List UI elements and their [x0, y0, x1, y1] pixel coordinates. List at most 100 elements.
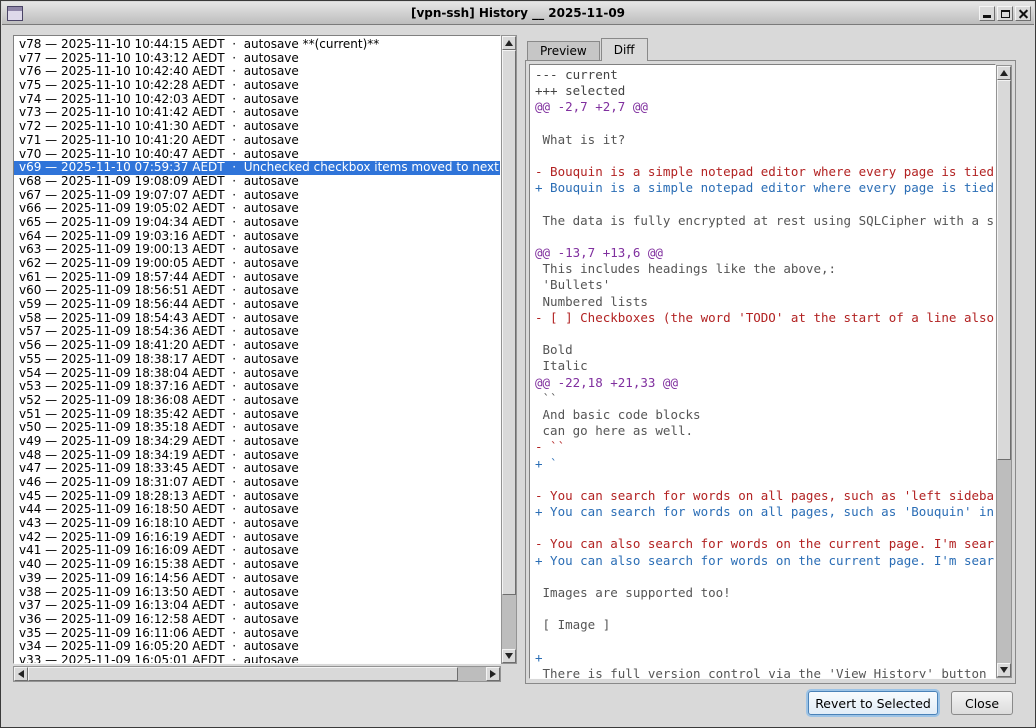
diff-line [535, 116, 995, 132]
close-button[interactable] [1015, 6, 1031, 21]
history-item[interactable]: v72 — 2025-11-10 10:41:30 AEDT · autosav… [14, 120, 500, 134]
history-item[interactable]: v50 — 2025-11-09 18:35:18 AEDT · autosav… [14, 421, 500, 435]
history-item[interactable]: v76 — 2025-11-10 10:42:40 AEDT · autosav… [14, 65, 500, 79]
history-item[interactable]: v52 — 2025-11-09 18:36:08 AEDT · autosav… [14, 394, 500, 408]
diff-line: Italic [535, 358, 995, 374]
arrow-up-icon [505, 40, 513, 46]
diff-line: 'Bullets' [535, 277, 995, 293]
arrow-up-icon [1000, 70, 1008, 76]
history-item[interactable]: v57 — 2025-11-09 18:54:36 AEDT · autosav… [14, 325, 500, 339]
window-controls [979, 6, 1031, 21]
scroll-up-button[interactable] [997, 66, 1011, 80]
diff-line: The data is fully encrypted at rest usin… [535, 213, 995, 229]
history-item[interactable]: v45 — 2025-11-09 18:28:13 AEDT · autosav… [14, 490, 500, 504]
history-item[interactable]: v55 — 2025-11-09 18:38:17 AEDT · autosav… [14, 353, 500, 367]
diff-line: - [ ] Checkboxes (the word 'TODO' at the… [535, 310, 995, 326]
history-item[interactable]: v64 — 2025-11-09 19:03:16 AEDT · autosav… [14, 230, 500, 244]
history-item[interactable]: v65 — 2025-11-09 19:04:34 AEDT · autosav… [14, 216, 500, 230]
minimize-button[interactable] [979, 6, 995, 21]
diff-line: + [535, 650, 995, 666]
app-window: [vpn-ssh] History __ 2025-11-09 v78 — 20… [0, 0, 1036, 728]
scroll-up-button[interactable] [502, 36, 516, 50]
scroll-down-button[interactable] [502, 649, 516, 663]
diff-line [535, 148, 995, 164]
history-item[interactable]: v54 — 2025-11-09 18:38:04 AEDT · autosav… [14, 367, 500, 381]
history-item[interactable]: v60 — 2025-11-09 18:56:51 AEDT · autosav… [14, 284, 500, 298]
scroll-left-button[interactable] [14, 667, 28, 681]
titlebar[interactable]: [vpn-ssh] History __ 2025-11-09 [2, 2, 1034, 25]
diff-view[interactable]: --- current+++ selected@@ -2,7 +2,7 @@ W… [529, 64, 996, 679]
history-scroll-thumb[interactable] [502, 50, 516, 595]
tab-preview[interactable]: Preview [527, 41, 600, 61]
history-item[interactable]: v42 — 2025-11-09 16:16:19 AEDT · autosav… [14, 531, 500, 545]
maximize-button[interactable] [997, 6, 1013, 21]
history-list[interactable]: v78 — 2025-11-10 10:44:15 AEDT · autosav… [13, 35, 501, 664]
history-item[interactable]: v77 — 2025-11-10 10:43:12 AEDT · autosav… [14, 52, 500, 66]
history-item[interactable]: v68 — 2025-11-09 19:08:09 AEDT · autosav… [14, 175, 500, 189]
history-item[interactable]: v43 — 2025-11-09 16:18:10 AEDT · autosav… [14, 517, 500, 531]
history-item[interactable]: v62 — 2025-11-09 19:00:05 AEDT · autosav… [14, 257, 500, 271]
diff-line [535, 634, 995, 650]
history-item[interactable]: v61 — 2025-11-09 18:57:44 AEDT · autosav… [14, 271, 500, 285]
history-item[interactable]: v46 — 2025-11-09 18:31:07 AEDT · autosav… [14, 476, 500, 490]
history-item[interactable]: v56 — 2025-11-09 18:41:20 AEDT · autosav… [14, 339, 500, 353]
history-item[interactable]: v51 — 2025-11-09 18:35:42 AEDT · autosav… [14, 408, 500, 422]
diff-line: - `` [535, 439, 995, 455]
history-item[interactable]: v33 — 2025-11-09 16:05:01 AEDT · autosav… [14, 654, 500, 664]
history-item[interactable]: v36 — 2025-11-09 16:12:58 AEDT · autosav… [14, 613, 500, 627]
history-item[interactable]: v59 — 2025-11-09 18:56:44 AEDT · autosav… [14, 298, 500, 312]
diff-vertical-scrollbar[interactable] [996, 65, 1012, 678]
history-item[interactable]: v67 — 2025-11-09 19:07:07 AEDT · autosav… [14, 189, 500, 203]
history-item[interactable]: v53 — 2025-11-09 18:37:16 AEDT · autosav… [14, 380, 500, 394]
history-item[interactable]: v34 — 2025-11-09 16:05:20 AEDT · autosav… [14, 640, 500, 654]
arrow-right-icon [490, 670, 496, 678]
diff-line: What is it? [535, 132, 995, 148]
diff-line [535, 472, 995, 488]
history-item[interactable]: v44 — 2025-11-09 16:18:50 AEDT · autosav… [14, 503, 500, 517]
revert-to-selected-button[interactable]: Revert to Selected [808, 691, 938, 715]
diff-line [535, 326, 995, 342]
diff-line: @@ -13,7 +13,6 @@ [535, 245, 995, 261]
history-item[interactable]: v63 — 2025-11-09 19:00:13 AEDT · autosav… [14, 243, 500, 257]
scroll-right-button[interactable] [486, 667, 500, 681]
diff-scroll-thumb[interactable] [997, 80, 1011, 460]
history-item[interactable]: v74 — 2025-11-10 10:42:03 AEDT · autosav… [14, 93, 500, 107]
history-item[interactable]: v75 — 2025-11-10 10:42:28 AEDT · autosav… [14, 79, 500, 93]
diff-line: + ` [535, 456, 995, 472]
minimize-icon [983, 15, 991, 18]
history-item[interactable]: v48 — 2025-11-09 18:34:19 AEDT · autosav… [14, 449, 500, 463]
scroll-down-button[interactable] [997, 663, 1011, 677]
diff-line: + You can search for words on all pages,… [535, 504, 995, 520]
history-item[interactable]: v37 — 2025-11-09 16:13:04 AEDT · autosav… [14, 599, 500, 613]
history-item[interactable]: v70 — 2025-11-10 10:40:47 AEDT · autosav… [14, 148, 500, 162]
history-item[interactable]: v49 — 2025-11-09 18:34:29 AEDT · autosav… [14, 435, 500, 449]
history-item[interactable]: v73 — 2025-11-10 10:41:42 AEDT · autosav… [14, 106, 500, 120]
history-vertical-scrollbar[interactable] [501, 35, 517, 664]
history-item[interactable]: v40 — 2025-11-09 16:15:38 AEDT · autosav… [14, 558, 500, 572]
history-item[interactable]: v38 — 2025-11-09 16:13:50 AEDT · autosav… [14, 586, 500, 600]
diff-line: Numbered lists [535, 294, 995, 310]
history-item[interactable]: v41 — 2025-11-09 16:16:09 AEDT · autosav… [14, 544, 500, 558]
diff-line: @@ -2,7 +2,7 @@ [535, 99, 995, 115]
diff-line [535, 520, 995, 536]
history-item[interactable]: v69 — 2025-11-10 07:59:37 AEDT · Uncheck… [14, 161, 500, 175]
history-item[interactable]: v47 — 2025-11-09 18:33:45 AEDT · autosav… [14, 462, 500, 476]
history-horizontal-scrollbar[interactable] [13, 666, 501, 682]
diff-line: This includes headings like the above,: [535, 261, 995, 277]
maximize-icon [1001, 10, 1010, 18]
history-item[interactable]: v58 — 2025-11-09 18:54:43 AEDT · autosav… [14, 312, 500, 326]
history-item[interactable]: v39 — 2025-11-09 16:14:56 AEDT · autosav… [14, 572, 500, 586]
tab-diff[interactable]: Diff [601, 38, 648, 61]
arrow-down-icon [1000, 667, 1008, 673]
close-icon [1019, 9, 1028, 18]
close-dialog-button[interactable]: Close [951, 691, 1013, 715]
diff-line: - You can also search for words on the c… [535, 536, 995, 552]
history-item[interactable]: v35 — 2025-11-09 16:11:06 AEDT · autosav… [14, 627, 500, 641]
history-item[interactable]: v66 — 2025-11-09 19:05:02 AEDT · autosav… [14, 202, 500, 216]
history-hscroll-thumb[interactable] [28, 667, 458, 681]
diff-line: can go here as well. [535, 423, 995, 439]
diff-line: - Bouquin is a simple notepad editor whe… [535, 164, 995, 180]
history-item[interactable]: v78 — 2025-11-10 10:44:15 AEDT · autosav… [14, 38, 500, 52]
history-item[interactable]: v71 — 2025-11-10 10:41:20 AEDT · autosav… [14, 134, 500, 148]
arrow-left-icon [18, 670, 24, 678]
